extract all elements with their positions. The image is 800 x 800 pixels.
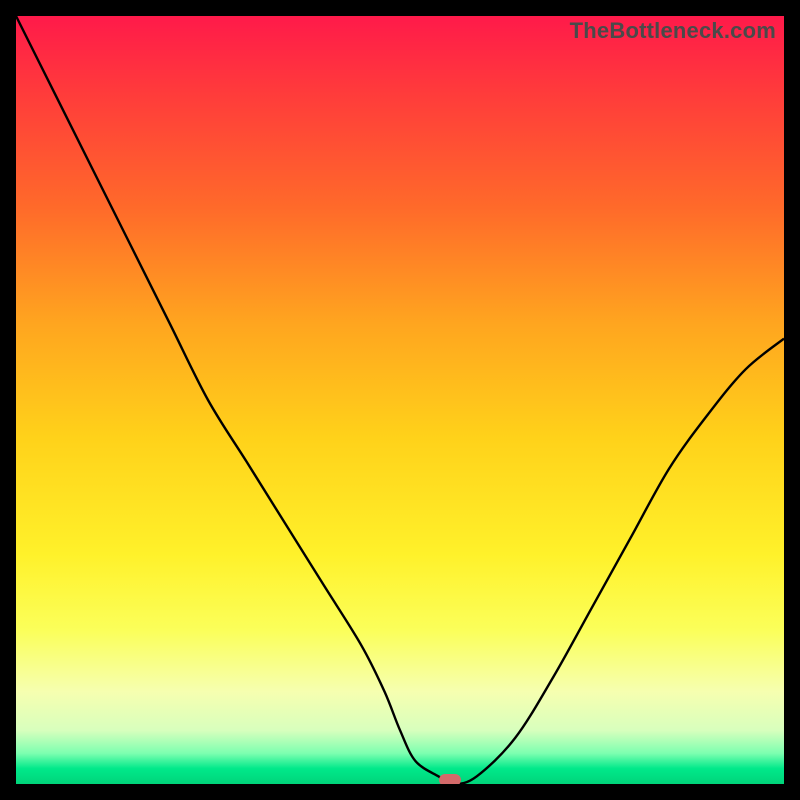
optimal-point-marker xyxy=(439,774,461,784)
bottleneck-curve xyxy=(16,16,784,784)
plot-area: TheBottleneck.com xyxy=(16,16,784,784)
chart-frame: TheBottleneck.com xyxy=(0,0,800,800)
